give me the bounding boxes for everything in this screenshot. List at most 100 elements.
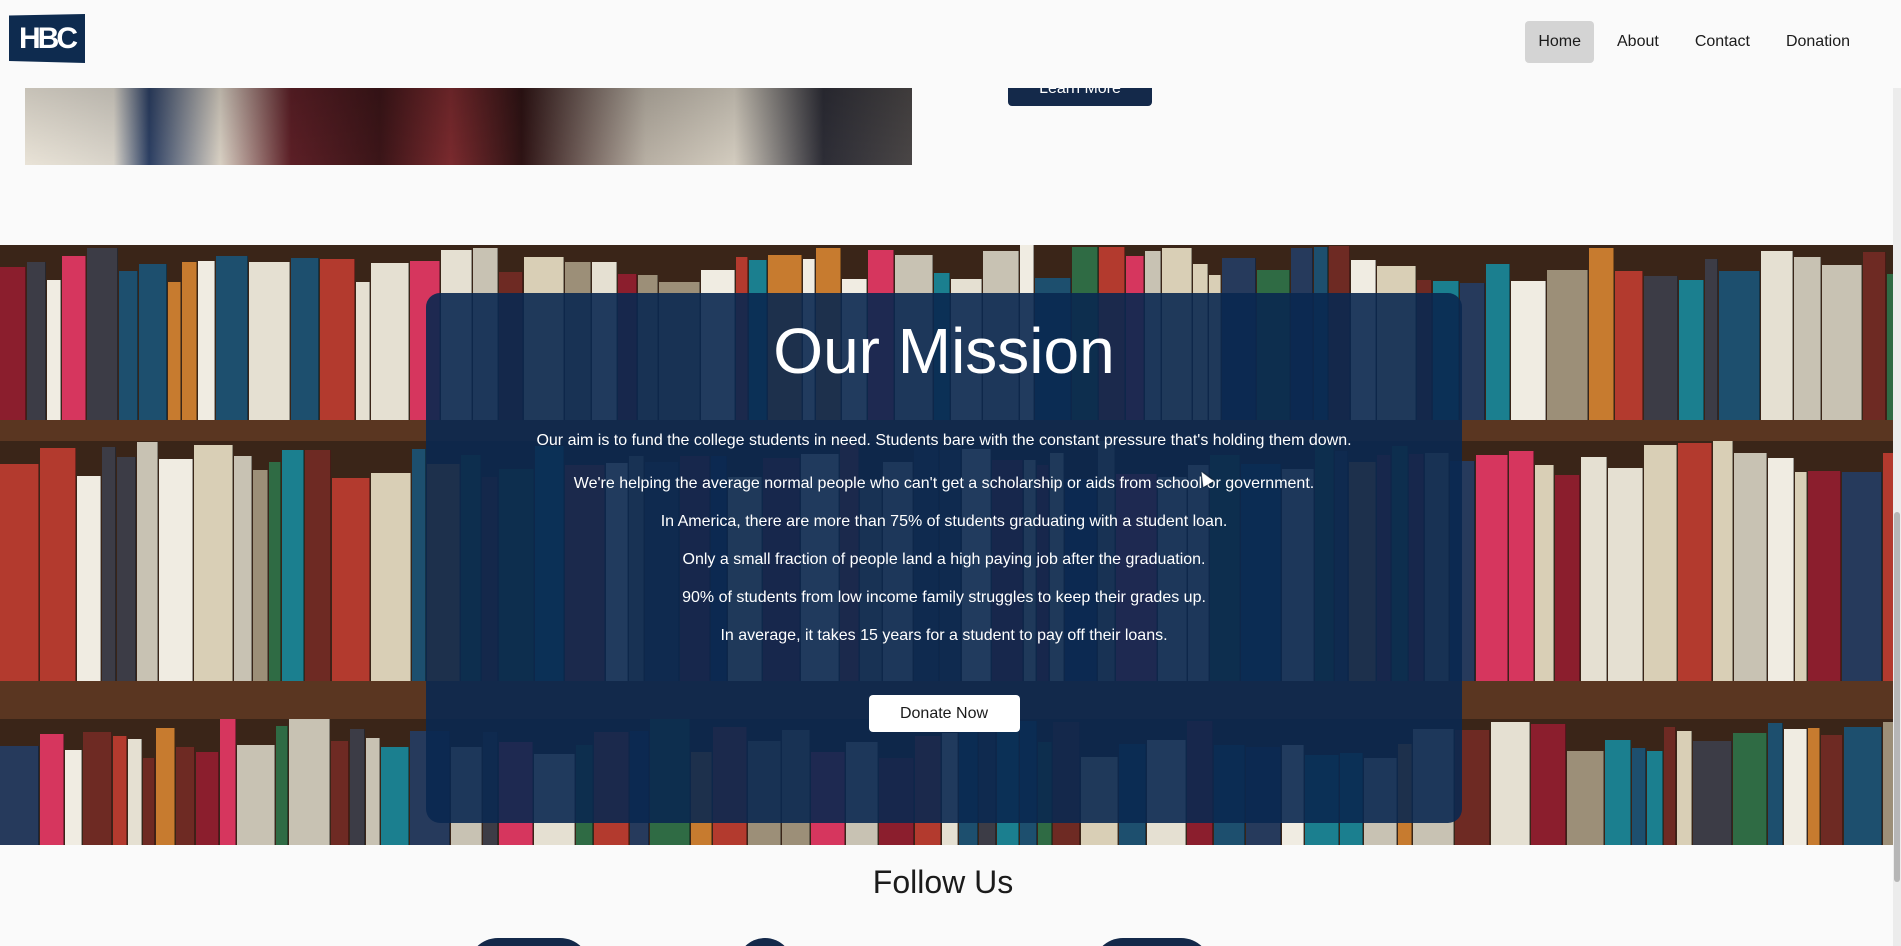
book-spine [276, 726, 288, 845]
book-spine [1863, 252, 1886, 420]
book-spine [1509, 451, 1534, 681]
social-link-icon[interactable] [468, 938, 590, 946]
social-link-icon[interactable] [737, 938, 793, 946]
book-spine [0, 746, 39, 845]
book-spine [113, 736, 127, 845]
book-spine [1808, 471, 1841, 681]
book-spine [1713, 441, 1733, 681]
book-spine [198, 261, 215, 420]
book-spine [1535, 465, 1554, 681]
nav-contact[interactable]: Contact [1682, 21, 1763, 63]
book-spine [305, 450, 331, 681]
scrollbar-thumb[interactable] [1894, 512, 1900, 882]
book-spine [289, 719, 330, 845]
book-spine [1844, 727, 1882, 845]
book-spine [1822, 265, 1862, 420]
mission-line: Our aim is to fund the college students … [536, 432, 1352, 449]
book-spine [1733, 733, 1767, 845]
mission-line: 90% of students from low income family s… [682, 589, 1206, 606]
mission-card: Our Mission Our aim is to fund the colle… [426, 293, 1462, 823]
book-spine [1555, 475, 1580, 681]
main-nav: Home About Contact Donation [1525, 21, 1863, 63]
book-spine [1679, 280, 1704, 420]
book-spine [1615, 271, 1643, 420]
book-spine [87, 248, 118, 420]
follow-us-title: Follow Us [872, 864, 1014, 900]
book-spine [320, 259, 355, 420]
book-spine [1693, 741, 1732, 845]
logo-text: HBC [19, 21, 78, 55]
book-spine [0, 464, 39, 681]
book-spine [47, 280, 61, 420]
book-spine [1608, 468, 1643, 681]
mission-line: We're helping the average normal people … [573, 475, 1315, 492]
book-spine [1491, 722, 1530, 845]
book-spine [1768, 458, 1794, 681]
book-spine [196, 752, 219, 845]
donate-now-button[interactable]: Donate Now [868, 695, 1020, 732]
book-spine [1486, 264, 1510, 420]
book-spine [1589, 248, 1614, 420]
book-spine [1883, 453, 1893, 681]
book-spine [1784, 729, 1807, 845]
nav-about[interactable]: About [1604, 21, 1672, 63]
book-spine [102, 447, 116, 681]
social-link-icon[interactable] [1093, 938, 1211, 946]
book-spine [1795, 472, 1807, 681]
book-spine [381, 747, 409, 845]
book-spine [1677, 731, 1692, 845]
book-spine [1734, 453, 1767, 681]
mission-text: Our aim is to fund the college students … [426, 431, 1462, 645]
hbc-logo[interactable]: HBC [9, 14, 85, 63]
book-spine [182, 262, 197, 420]
book-spine [216, 256, 248, 420]
book-spine [249, 262, 290, 420]
book-spine [1705, 259, 1718, 420]
nav-home[interactable]: Home [1525, 21, 1594, 63]
book-spine [237, 745, 275, 845]
book-spine [1632, 748, 1646, 845]
book-spine [176, 747, 195, 845]
book-spine [253, 470, 268, 681]
book-spine [1644, 445, 1677, 681]
book-spine [1678, 443, 1712, 681]
book-spine [371, 473, 411, 681]
book-spine [27, 262, 46, 420]
nav-donation[interactable]: Donation [1773, 21, 1863, 63]
hero-students-image [25, 88, 912, 165]
book-spine [1719, 271, 1760, 420]
mission-line: In America, there are more than 75% of s… [660, 513, 1228, 530]
page-scrollbar[interactable] [1893, 0, 1901, 946]
book-spine [412, 449, 426, 681]
mission-section: Our Mission Our aim is to fund the colle… [0, 245, 1893, 845]
book-spine [1647, 751, 1663, 845]
book-spine [1794, 257, 1821, 420]
book-spine [168, 282, 181, 420]
book-spine [366, 738, 380, 845]
site-header: HBC Home About Contact Donation [0, 0, 1901, 88]
mission-line: Only a small fraction of people land a h… [682, 551, 1206, 568]
book-spine [234, 456, 252, 681]
book-spine [1581, 457, 1607, 681]
book-spine [1664, 727, 1676, 845]
book-spine [332, 478, 370, 681]
book-spine [1476, 455, 1508, 681]
book-spine [356, 282, 370, 420]
book-spine [156, 728, 175, 845]
book-spine [371, 263, 409, 420]
book-spine [331, 741, 349, 845]
book-spine [77, 476, 101, 681]
book-spine [1808, 728, 1820, 845]
book-spine [1821, 735, 1843, 845]
book-spine [350, 729, 365, 845]
book-spine [1547, 270, 1588, 420]
book-spine [291, 258, 319, 420]
book-spine [128, 739, 142, 845]
book-spine [269, 462, 281, 681]
book-spine [1567, 751, 1604, 845]
book-spine [65, 750, 82, 845]
book-spine [143, 758, 155, 845]
book-spine [62, 256, 86, 420]
book-spine [1531, 724, 1566, 845]
book-spine [220, 719, 236, 845]
